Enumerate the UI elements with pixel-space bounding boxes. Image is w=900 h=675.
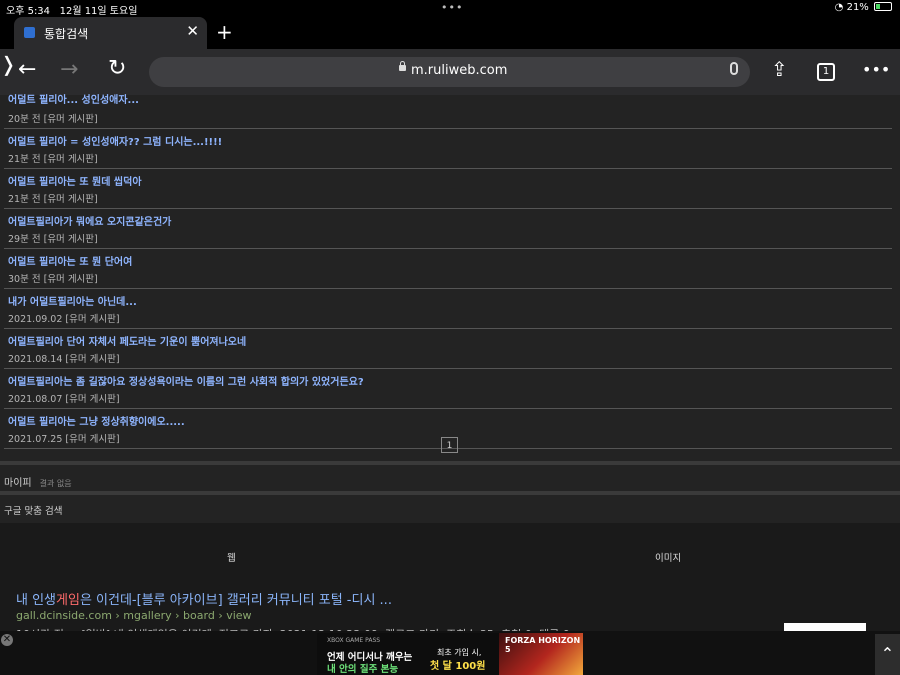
google-result-url[interactable]: gall.dcinside.com › mgallery › board › v… bbox=[16, 609, 252, 622]
section-divider bbox=[0, 461, 900, 465]
status-time: 오후 5:34 bbox=[6, 6, 51, 17]
new-tab-button[interactable]: + bbox=[216, 20, 233, 44]
microphone-icon[interactable] bbox=[730, 62, 738, 75]
pagination-page[interactable]: 1 bbox=[441, 437, 458, 453]
section-divider bbox=[0, 491, 900, 495]
address-bar[interactable]: m.ruliweb.com bbox=[149, 57, 750, 87]
result-meta: 2021.09.02 [유머 게시판] bbox=[8, 314, 120, 325]
status-indicators: ◔ 21% bbox=[835, 2, 892, 13]
result-meta: 21분 전 [유머 게시판] bbox=[8, 154, 98, 165]
result-highlight: 게임 bbox=[56, 593, 80, 608]
forward-button[interactable]: → bbox=[60, 57, 78, 82]
ad-promo2: 첫 달 100원 bbox=[430, 661, 486, 672]
close-ad-icon[interactable]: ✕ bbox=[1, 634, 13, 646]
result-meta: 30분 전 [유머 게시판] bbox=[8, 274, 98, 285]
ad-banner[interactable]: XBOX GAME PASS 언제 어디서나 깨우는 내 안의 질주 본능 최초… bbox=[317, 633, 583, 675]
battery-icon bbox=[874, 2, 892, 11]
ad-brand: XBOX GAME PASS bbox=[327, 637, 381, 644]
result-title[interactable]: 어덜트 필리아는 그냥 정상취향이에오..... bbox=[8, 413, 185, 428]
result-title[interactable]: 어덜트 필리아는 또 뭔 단어여 bbox=[8, 253, 132, 268]
page-content: 어덜트 필리아... 성인성애자... 20분 전 [유머 게시판] 어덜트 필… bbox=[0, 95, 900, 675]
battery-percent: 21% bbox=[846, 2, 869, 13]
tab-image[interactable]: 이미지 bbox=[655, 550, 681, 564]
result-title[interactable]: 어덜트 필리아는 또 뭔데 씹덕아 bbox=[8, 173, 142, 188]
result-title[interactable]: 어덜트필리아 단어 자체서 페도라는 기운이 뿜어져나오네 bbox=[8, 333, 246, 348]
mypi-section: 마이피 결과 없음 bbox=[4, 474, 72, 489]
result-title[interactable]: 어덜트 필리아... 성인성애자... bbox=[8, 91, 139, 106]
share-button[interactable]: ⇪ bbox=[771, 57, 788, 81]
status-bar: 오후 5:34 12월 11일 토요일 ••• ◔ 21% bbox=[0, 0, 900, 17]
multitasking-dots[interactable]: ••• bbox=[441, 1, 463, 14]
list-item[interactable]: 어덜트필리아 단어 자체서 페도라는 기운이 뿜어져나오네 2021.08.14… bbox=[4, 329, 892, 369]
lock-icon bbox=[399, 61, 406, 71]
list-item[interactable]: 어덜트 필리아는 또 뭔데 씹덕아 21분 전 [유머 게시판] bbox=[4, 169, 892, 209]
tab-strip: 통합검색 ✕ + bbox=[0, 17, 900, 49]
google-custom-search-heading: 구글 맞춤 검색 bbox=[4, 506, 63, 517]
result-meta: 2021.07.25 [유머 게시판] bbox=[8, 434, 120, 445]
close-tab-icon[interactable]: ✕ bbox=[186, 22, 199, 40]
list-item[interactable]: 어덜트 필리아 = 성인성애자?? 그럼 디시는...!!!! 21분 전 [유… bbox=[4, 129, 892, 169]
result-meta: 20분 전 [유머 게시판] bbox=[8, 114, 98, 125]
result-title[interactable]: 어덜트필리아가 뭐에요 오지콘같은건가 bbox=[8, 213, 171, 228]
google-result-title[interactable]: 내 인생게임은 이건데-[블루 아카이브] 갤러리 커뮤니티 포털 -디시 ..… bbox=[16, 589, 392, 608]
result-meta: 29분 전 [유머 게시판] bbox=[8, 234, 98, 245]
list-item[interactable]: 내가 어덜트필리아는 아닌데... 2021.09.02 [유머 게시판] bbox=[4, 289, 892, 329]
ad-game-logo: FORZA HORIZON 5 bbox=[505, 636, 581, 654]
browser-toolbar: ❭ ← → ↻ m.ruliweb.com ⇪ 1 ••• bbox=[0, 49, 900, 95]
sidebar-toggle-icon[interactable]: ❭ bbox=[0, 49, 17, 79]
wifi-icon: ◔ bbox=[834, 2, 844, 13]
result-title[interactable]: 어덜트 필리아 = 성인성애자?? 그럼 디시는...!!!! bbox=[8, 133, 222, 148]
result-meta: 21분 전 [유머 게시판] bbox=[8, 194, 98, 205]
mypi-empty: 결과 없음 bbox=[39, 479, 72, 488]
result-meta: 2021.08.07 [유머 게시판] bbox=[8, 394, 120, 405]
reload-button[interactable]: ↻ bbox=[108, 56, 126, 81]
tab-overview-button[interactable]: 1 bbox=[817, 63, 835, 81]
list-item[interactable]: 어덜트 필리아... 성인성애자... 20분 전 [유머 게시판] bbox=[4, 95, 892, 129]
status-time-date: 오후 5:34 12월 11일 토요일 bbox=[6, 2, 137, 17]
scroll-to-top-button[interactable]: ⌃ bbox=[875, 634, 900, 675]
url-text: m.ruliweb.com bbox=[411, 63, 508, 78]
more-options-button[interactable]: ••• bbox=[862, 60, 890, 79]
ad-line2: 내 안의 질주 본능 bbox=[327, 664, 399, 675]
tab-title: 통합검색 bbox=[44, 27, 89, 41]
bottom-ad-bar: ✕ XBOX GAME PASS 언제 어디서나 깨우는 내 안의 질주 본능 … bbox=[0, 631, 900, 675]
result-thumbnail[interactable] bbox=[784, 623, 866, 631]
ruliweb-favicon-icon bbox=[24, 27, 35, 38]
list-item[interactable]: 어덜트 필리아는 또 뭔 단어여 30분 전 [유머 게시판] bbox=[4, 249, 892, 289]
mypi-label: 마이피 bbox=[4, 478, 32, 489]
result-title[interactable]: 어덜트필리아는 좀 길잖아요 정상성욕이라는 이름의 그런 사회적 합의가 있었… bbox=[8, 373, 364, 388]
list-item[interactable]: 어덜트필리아는 좀 길잖아요 정상성욕이라는 이름의 그런 사회적 합의가 있었… bbox=[4, 369, 892, 409]
tab-integrated-search[interactable]: 통합검색 ✕ bbox=[14, 17, 207, 49]
tab-web[interactable]: 웹 bbox=[227, 550, 236, 564]
result-meta: 2021.08.14 [유머 게시판] bbox=[8, 354, 120, 365]
search-result-list: 어덜트 필리아... 성인성애자... 20분 전 [유머 게시판] 어덜트 필… bbox=[4, 95, 892, 449]
list-item[interactable]: 어덜트필리아가 뭐에요 오지콘같은건가 29분 전 [유머 게시판] bbox=[4, 209, 892, 249]
back-button[interactable]: ← bbox=[18, 57, 36, 82]
result-title[interactable]: 내가 어덜트필리아는 아닌데... bbox=[8, 293, 137, 308]
status-date: 12월 11일 토요일 bbox=[59, 6, 138, 17]
